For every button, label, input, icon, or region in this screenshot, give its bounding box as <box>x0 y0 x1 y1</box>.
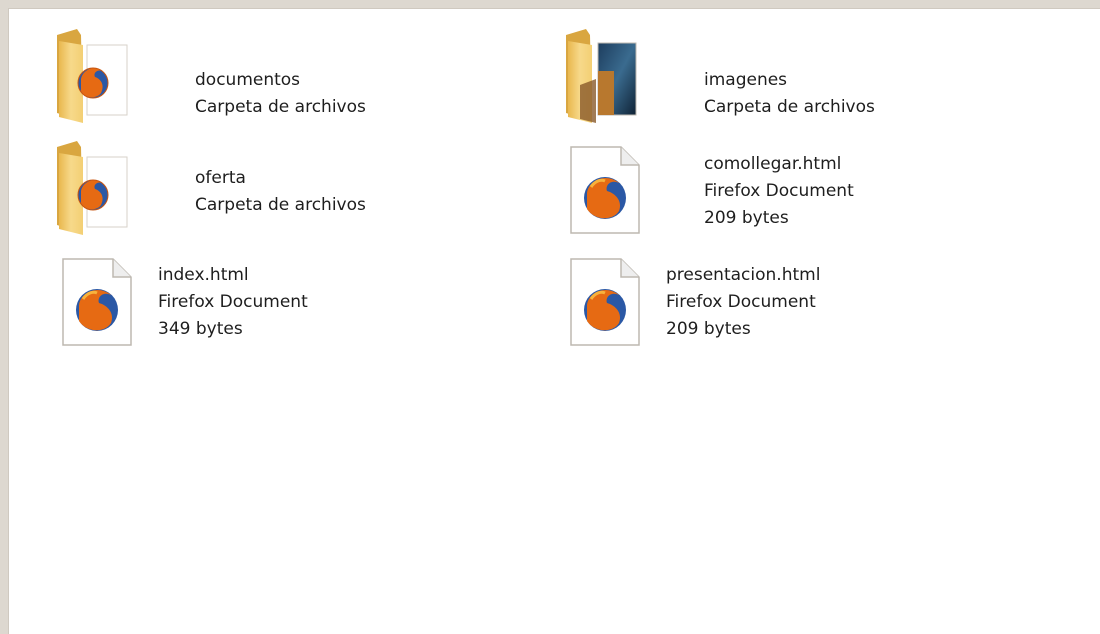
firefox-folder-icon <box>53 135 133 239</box>
file-item-documentos[interactable]: documentos Carpeta de archivos <box>53 23 473 127</box>
file-item-imagenes[interactable]: imagenes Carpeta de archivos <box>562 23 982 127</box>
file-size: 209 bytes <box>666 319 751 339</box>
file-item-index[interactable]: index.html Firefox Document 349 bytes <box>61 255 481 359</box>
file-type: Carpeta de archivos <box>195 97 366 117</box>
firefox-document-icon <box>61 255 141 359</box>
file-list-pane[interactable]: documentos Carpeta de archivos imagenes … <box>8 8 1100 634</box>
file-size: 209 bytes <box>704 208 789 228</box>
file-size: 349 bytes <box>158 319 243 339</box>
file-item-oferta[interactable]: oferta Carpeta de archivos <box>53 135 473 239</box>
file-type: Firefox Document <box>158 292 308 312</box>
file-name: oferta <box>195 168 246 188</box>
file-name: comollegar.html <box>704 154 842 174</box>
firefox-folder-icon <box>53 23 133 127</box>
file-type: Carpeta de archivos <box>195 195 366 215</box>
file-type: Firefox Document <box>666 292 816 312</box>
file-item-presentacion[interactable]: presentacion.html Firefox Document 209 b… <box>569 255 989 359</box>
file-name: imagenes <box>704 70 788 90</box>
file-type: Firefox Document <box>704 181 854 201</box>
firefox-document-icon <box>569 255 649 359</box>
file-item-comollegar[interactable]: comollegar.html Firefox Document 209 byt… <box>569 143 989 247</box>
file-name: index.html <box>158 265 249 285</box>
photo-folder-icon <box>562 23 642 127</box>
file-type: Carpeta de archivos <box>704 97 875 117</box>
file-name: documentos <box>195 70 301 90</box>
file-name: presentacion.html <box>666 265 821 285</box>
firefox-document-icon <box>569 143 649 247</box>
